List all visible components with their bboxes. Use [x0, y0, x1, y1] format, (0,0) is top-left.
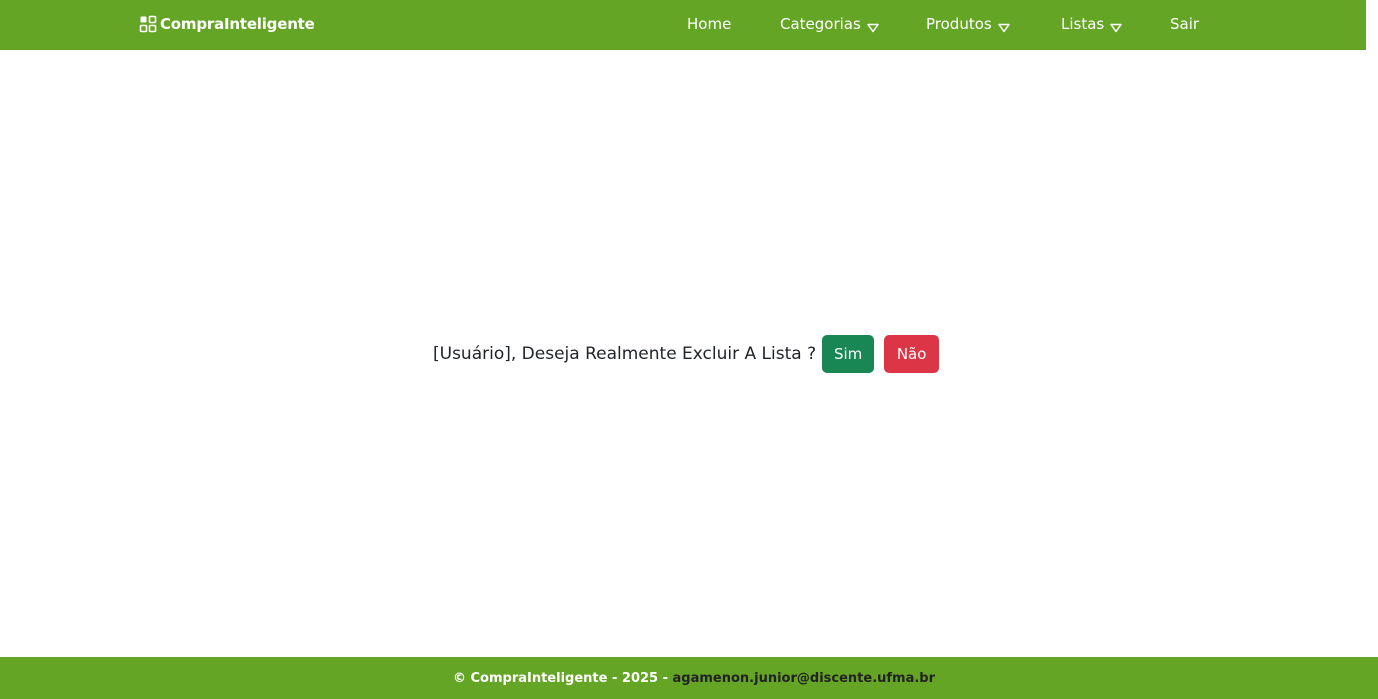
nav-item-home[interactable]: Home	[687, 15, 731, 33]
nav-item-label: Home	[687, 15, 732, 33]
yes-button[interactable]: Sim	[822, 335, 875, 373]
nav-item-label: Listas	[1061, 15, 1105, 33]
main-content: [Usuário], Deseja Realmente Excluir A Li…	[0, 50, 1378, 657]
page-footer: © CompraInteligente - 2025 - agamenon.ju…	[0, 657, 1378, 699]
nav-links: Home Categorias Produtos Listas Sair	[0, 0, 1366, 50]
caret-down-icon	[867, 19, 879, 33]
nav-item-sair[interactable]: Sair	[1170, 15, 1199, 33]
delete-confirmation: [Usuário], Deseja Realmente Excluir A Li…	[433, 335, 940, 373]
top-navbar: CompraInteligente Home Categorias Produt…	[0, 0, 1366, 50]
nav-item-label: Produtos	[926, 15, 992, 33]
caret-down-icon	[997, 19, 1010, 33]
nav-item-produtos[interactable]: Produtos	[926, 15, 1010, 33]
confirmation-question: [Usuário], Deseja Realmente Excluir A Li…	[433, 344, 817, 364]
no-button[interactable]: Não	[884, 335, 940, 373]
footer-copyright: © CompraInteligente - 2025 -	[452, 670, 673, 686]
caret-down-icon	[1110, 19, 1122, 33]
nav-item-label: Categorias	[780, 15, 861, 33]
nav-item-categorias[interactable]: Categorias	[780, 15, 879, 33]
nav-item-listas[interactable]: Listas	[1061, 15, 1122, 33]
footer-email-link[interactable]: agamenon.junior@discente.ufma.br	[673, 671, 936, 686]
nav-item-label: Sair	[1170, 15, 1200, 33]
